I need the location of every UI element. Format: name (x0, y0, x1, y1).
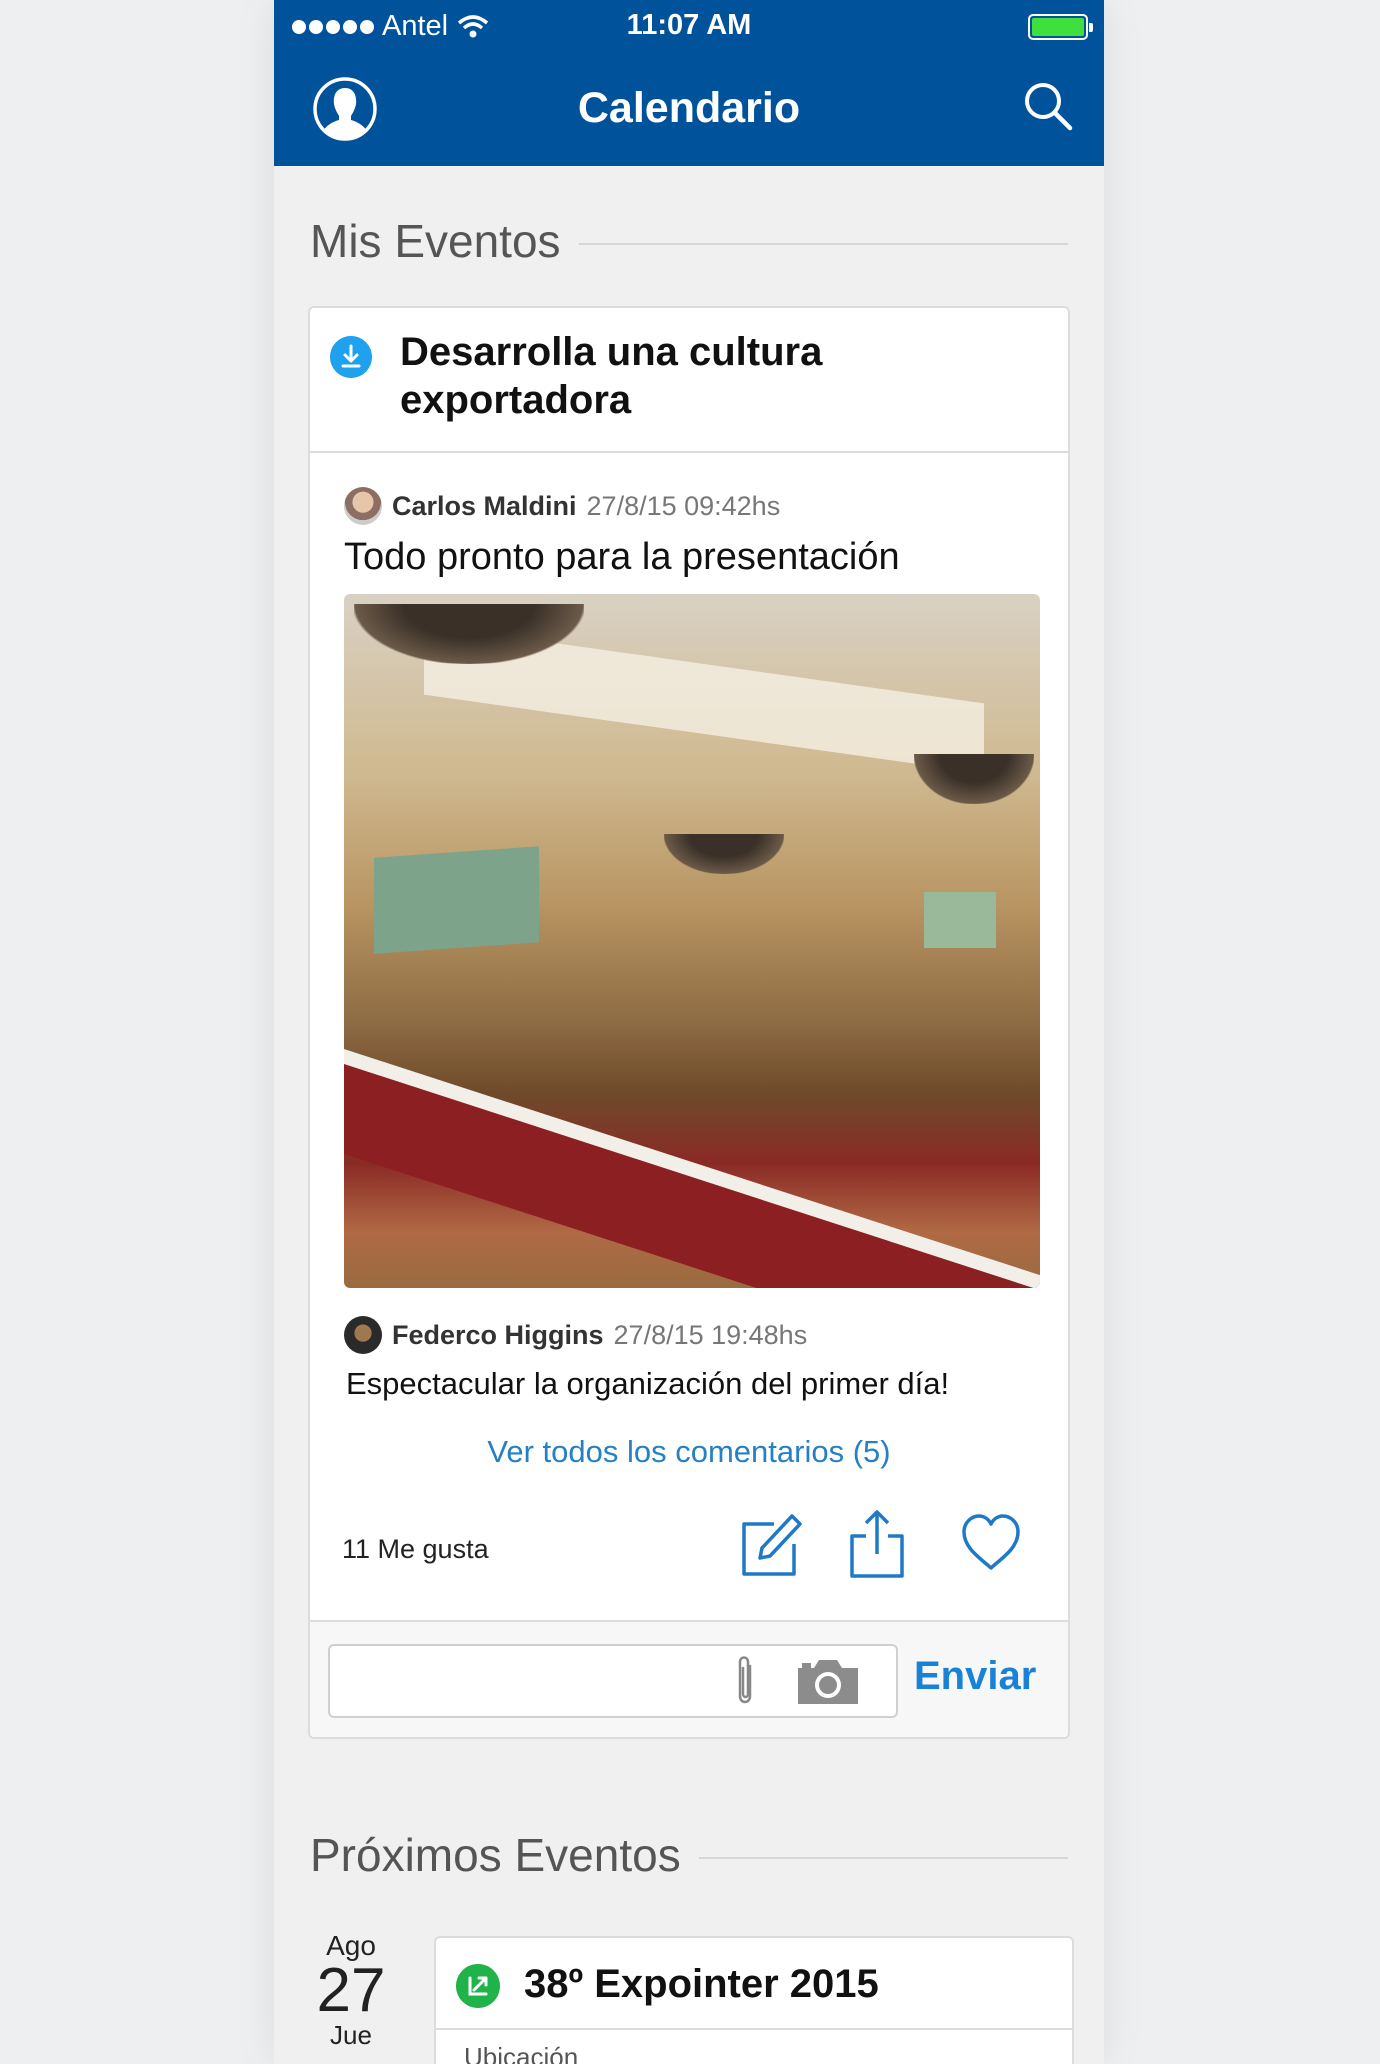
paperclip-icon[interactable] (730, 1654, 760, 1710)
comment-author[interactable]: Federco Higgins (392, 1320, 604, 1351)
avatar[interactable] (344, 1316, 382, 1354)
battery-icon (1028, 14, 1093, 40)
likes-count[interactable]: 11 Me gusta (342, 1534, 489, 1565)
heart-icon[interactable] (960, 1508, 1022, 1578)
download-badge-icon (330, 336, 372, 378)
event-card: Desarrolla una cultura exportadora Carlo… (308, 306, 1070, 1739)
upcoming-event-header: 38º Expointer 2015 (436, 1938, 1072, 2030)
post-photo[interactable] (344, 594, 1040, 1288)
share-icon[interactable] (846, 1508, 908, 1578)
phone-screen: Antel 11:07 AM Calendario Mis Eventos De… (274, 0, 1104, 2064)
upcoming-event-location-label: Ubicación (464, 2042, 579, 2064)
divider (578, 243, 1068, 245)
camera-icon[interactable] (794, 1656, 862, 1706)
post-timestamp: 27/8/15 09:42hs (586, 490, 781, 521)
event-day: 27 (316, 1956, 386, 2025)
event-card-header[interactable]: Desarrolla una cultura exportadora (310, 308, 1068, 453)
edit-icon[interactable] (740, 1508, 802, 1578)
top-bar: Antel 11:07 AM Calendario (274, 0, 1104, 166)
post-meta: Carlos Maldini 27/8/15 09:42hs (344, 487, 780, 525)
avatar[interactable] (344, 487, 382, 525)
comment-meta: Federco Higgins 27/8/15 19:48hs (344, 1316, 807, 1354)
comment-composer: Enviar (310, 1620, 1068, 1737)
send-button[interactable]: Enviar (914, 1654, 1036, 1699)
upcoming-event-card[interactable]: 38º Expointer 2015 Ubicación (434, 1936, 1074, 2064)
section-title: Mis Eventos (310, 215, 561, 267)
section-title: Próximos Eventos (310, 1829, 681, 1881)
event-date: Ago 27 Jue (306, 1930, 396, 2051)
upcoming-event-title: 38º Expointer 2015 (524, 1962, 879, 2006)
divider (698, 1857, 1068, 1859)
mis-eventos-header: Mis Eventos (310, 214, 1068, 268)
comment-text: Espectacular la organización del primer … (346, 1366, 950, 1401)
proximos-eventos-header: Próximos Eventos (310, 1828, 1068, 1882)
post-author[interactable]: Carlos Maldini (392, 491, 577, 522)
search-icon[interactable] (1022, 80, 1074, 132)
post-text: Todo pronto para la presentación (344, 536, 900, 578)
comment-timestamp: 27/8/15 19:48hs (613, 1319, 808, 1350)
page-title: Calendario (577, 84, 801, 132)
view-all-comments-link[interactable]: Ver todos los comentarios (5) (310, 1434, 1068, 1470)
event-type-icon (456, 1964, 500, 2008)
status-time: 11:07 AM (626, 9, 752, 41)
event-title: Desarrolla una cultura exportadora (400, 330, 823, 422)
